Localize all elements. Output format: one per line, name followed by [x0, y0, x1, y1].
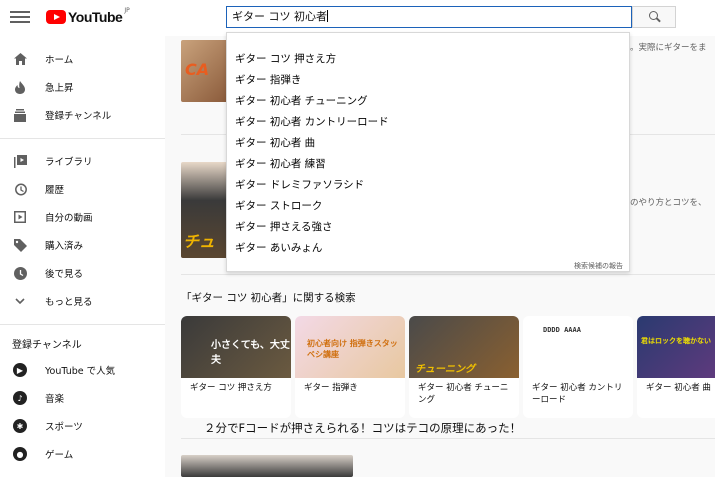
youtube-popular-icon: ▶ [13, 363, 27, 377]
sidebar-divider [0, 324, 165, 325]
related-search-label: ギター 初心者 カントリーロード [532, 383, 623, 405]
history-icon [13, 182, 27, 196]
sidebar-item-subscriptions[interactable]: 登録チャンネル [0, 101, 165, 129]
suggestion-item[interactable]: ギター 初心者 チューニング [235, 93, 368, 108]
sidebar-item-label: もっと見る [45, 297, 93, 308]
sidebar-item-watch-later[interactable]: 後で見る [0, 259, 165, 287]
sidebar-item-label: 後で見る [45, 269, 84, 280]
suggestion-item[interactable]: ギター 初心者 カントリーロード [235, 114, 389, 129]
sports-icon: ✱ [13, 419, 27, 433]
thumbnail-text: 初心者向け 指弾きスタッベシ講座 [307, 339, 398, 359]
sidebar-item-label: ゲーム [45, 450, 74, 461]
search-icon [649, 11, 658, 20]
suggestion-item[interactable]: ギター ドレミファソラシド [235, 177, 364, 192]
watch-later-icon [13, 266, 27, 280]
sidebar-item-purchases[interactable]: 購入済み [0, 231, 165, 259]
related-search-thumbnail: 小さくても、大丈夫 [181, 316, 291, 378]
video-description-snippet: のやり方とコツを、 [630, 198, 707, 208]
related-search-card[interactable]: 君はロックを聴かない ギター 初心者 曲 [637, 316, 715, 418]
sidebar-item-label: 登録チャンネル [45, 111, 112, 122]
sidebar-item-your-videos[interactable]: 自分の動画 [0, 203, 165, 231]
logo-text: YouTube [68, 9, 123, 25]
sidebar-item-label: 購入済み [45, 241, 84, 252]
library-icon [13, 154, 27, 168]
subscriptions-heading: 登録チャンネル [12, 340, 82, 351]
youtube-logo[interactable]: YouTube JP [46, 7, 130, 25]
suggestion-item[interactable]: ギター 初心者 曲 [235, 135, 315, 150]
video-thumbnail[interactable] [181, 455, 353, 477]
thumbnail-text: 小さくても、大丈夫 [211, 340, 290, 366]
suggestion-item[interactable]: ギター あいみょん [235, 240, 322, 255]
related-searches-title: 「ギター コツ 初心者」に関する検索 [181, 292, 356, 304]
related-search-thumbnail: チューニング [409, 316, 519, 378]
results-divider [181, 274, 715, 275]
thumbnail-text: チュ [183, 232, 216, 251]
related-search-label: ギター 初心者 曲 [646, 383, 711, 393]
gaming-icon: ● [13, 447, 27, 461]
suggestion-item[interactable]: ギター ストローク [235, 198, 322, 213]
sidebar-item-sports[interactable]: ✱ スポーツ [0, 412, 165, 440]
purchases-icon [13, 238, 27, 252]
logo-region: JP [124, 7, 130, 14]
sidebar-item-label: スポーツ [45, 422, 83, 433]
subscriptions-icon [13, 108, 27, 122]
thumbnail-text: 君はロックを聴かない [641, 337, 711, 345]
related-search-label: ギター 初心者 チューニング [418, 383, 509, 405]
thumbnail-text: DDDD AAAA [543, 326, 581, 334]
video-thumbnail[interactable]: CA [181, 40, 229, 102]
sidebar-item-history[interactable]: 履歴 [0, 175, 165, 203]
sidebar-item-trending[interactable]: 急上昇 [0, 73, 165, 101]
sidebar-item-youtube-popular[interactable]: ▶ YouTube で人気 [0, 356, 165, 384]
sidebar-item-gaming[interactable]: ● ゲーム [0, 440, 165, 468]
thumbnail-text: CA [185, 60, 210, 79]
text-cursor [327, 10, 328, 22]
sidebar-item-label: ライブラリ [45, 157, 93, 168]
results-divider [181, 438, 715, 439]
search-suggestions-dropdown: ギター コツ 押さえ方 ギター 指弾き ギター 初心者 チューニング ギター 初… [226, 32, 630, 272]
video-thumbnail[interactable]: チュ [181, 162, 229, 258]
sidebar-item-label: 自分の動画 [45, 213, 93, 224]
sidebar-item-label: 音楽 [45, 394, 65, 405]
video-title[interactable]: ２分でFコードが押さえられる！コツはテコの原理にあった！ [204, 420, 521, 436]
hamburger-menu-icon[interactable] [10, 8, 30, 26]
related-search-thumbnail: 初心者向け 指弾きスタッベシ講座 [295, 316, 405, 378]
youtube-play-icon [46, 10, 66, 24]
suggestion-item[interactable]: ギター 押さえる強さ [235, 219, 333, 234]
sidebar-item-label: 履歴 [45, 185, 65, 196]
search-button[interactable] [632, 6, 676, 28]
sidebar-item-music[interactable]: ♪ 音楽 [0, 384, 165, 412]
trending-icon [13, 80, 27, 94]
search-input[interactable]: ギター コツ 初心者 [226, 6, 632, 28]
video-description-snippet: 。実際にギターをま [630, 43, 707, 53]
music-icon: ♪ [13, 391, 27, 405]
suggestion-item[interactable]: ギター 初心者 練習 [235, 156, 326, 171]
masthead: YouTube JP ギター コツ 初心者 [0, 0, 715, 36]
search-query: ギター コツ 初心者 [232, 10, 327, 23]
sidebar-item-library[interactable]: ライブラリ [0, 147, 165, 175]
report-suggestions-link[interactable]: 検索候補の報告 [574, 261, 623, 271]
related-search-card[interactable]: 初心者向け 指弾きスタッベシ講座 ギター 指弾き [295, 316, 405, 418]
your-videos-icon [13, 210, 27, 224]
related-search-label: ギター コツ 押さえ方 [190, 383, 272, 393]
sidebar-item-home[interactable]: ホーム [0, 45, 165, 73]
sidebar: ホーム 急上昇 登録チャンネル ライブラリ 履歴 自分の動画 購入済み 後で見る… [0, 36, 165, 477]
suggestion-item[interactable]: ギター 指弾き [235, 72, 301, 87]
related-search-card[interactable]: チューニング ギター 初心者 チューニング [409, 316, 519, 418]
sidebar-item-label: YouTube で人気 [45, 366, 116, 377]
sidebar-item-show-more[interactable]: もっと見る [0, 287, 165, 315]
chevron-down-icon [13, 294, 27, 308]
related-search-thumbnail: DDDD AAAA [523, 316, 633, 378]
suggestion-item[interactable]: ギター コツ 押さえ方 [235, 51, 336, 66]
sidebar-divider [0, 138, 165, 139]
sidebar-item-label: 急上昇 [45, 83, 74, 94]
home-icon [13, 52, 27, 66]
related-search-card[interactable]: DDDD AAAA ギター 初心者 カントリーロード [523, 316, 633, 418]
related-search-thumbnail: 君はロックを聴かない [637, 316, 715, 378]
related-search-card[interactable]: 小さくても、大丈夫 ギター コツ 押さえ方 [181, 316, 291, 418]
sidebar-item-label: ホーム [45, 55, 74, 66]
thumbnail-text: チューニング [415, 364, 475, 375]
related-search-label: ギター 指弾き [304, 383, 358, 393]
